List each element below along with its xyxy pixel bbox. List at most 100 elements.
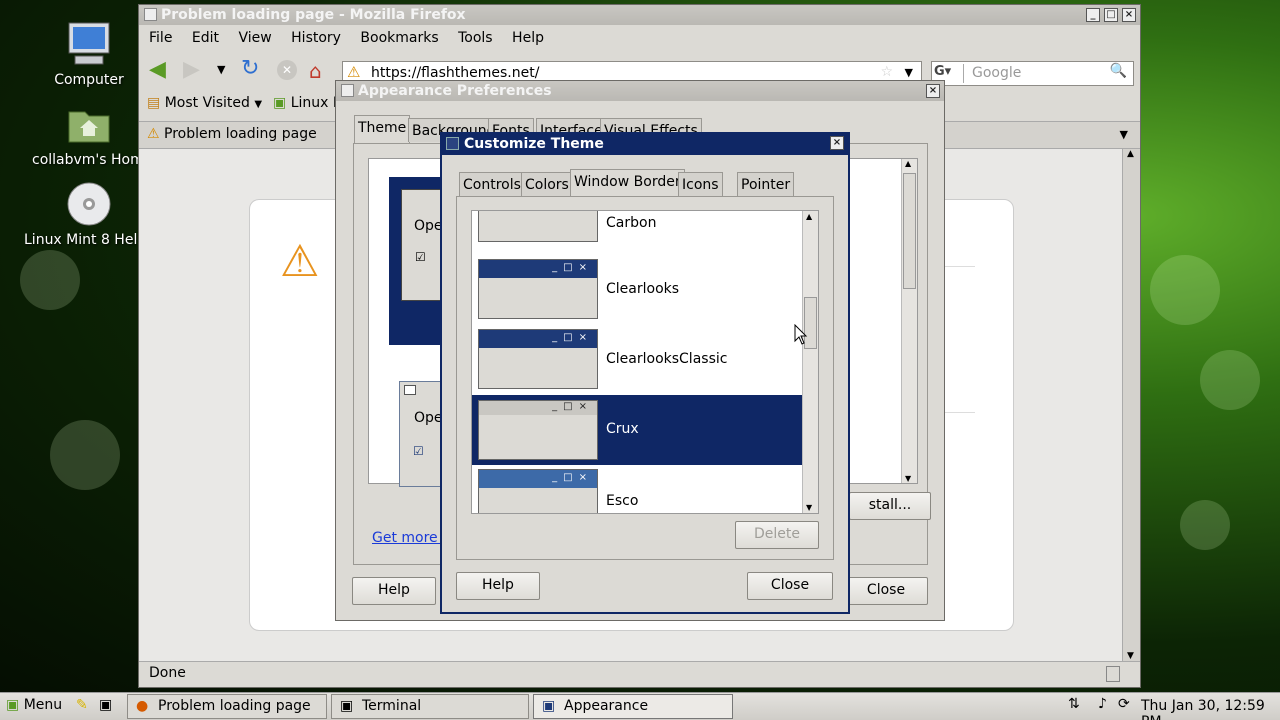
bokeh-light: [1180, 500, 1230, 550]
close-icon[interactable]: ×: [1122, 8, 1136, 22]
back-arrow-icon[interactable]: ◀: [149, 59, 166, 81]
scroll-down-icon[interactable]: ▼: [1127, 651, 1134, 661]
desktop-icon-computer[interactable]: Computer: [24, 20, 154, 88]
menu-file[interactable]: File: [149, 30, 172, 46]
menu-button[interactable]: ▣ Menu: [6, 697, 62, 713]
customize-help-button[interactable]: Help: [456, 572, 540, 600]
close-icon[interactable]: ×: [830, 136, 844, 150]
stop-icon[interactable]: ✕: [277, 60, 297, 80]
update-icon[interactable]: ⟳: [1118, 696, 1130, 712]
menu-bookmarks[interactable]: Bookmarks: [360, 30, 438, 46]
list-scrollbar[interactable]: ▲ ▼: [802, 211, 818, 513]
computer-icon: [65, 20, 113, 68]
url-dropdown-icon[interactable]: ▼: [905, 66, 913, 79]
notes-launcher-icon[interactable]: ✎: [76, 697, 88, 713]
window-menu-icon[interactable]: [446, 137, 459, 150]
history-dropdown-icon[interactable]: ▼: [217, 63, 225, 76]
close-icon[interactable]: ×: [926, 84, 940, 98]
minimize-icon[interactable]: _: [1086, 8, 1100, 22]
theme-list-scrollbar[interactable]: ▲ ▼: [901, 159, 917, 483]
customize-close-button[interactable]: Close: [747, 572, 833, 600]
bookmark-star-icon[interactable]: ☆: [880, 64, 893, 80]
scroll-thumb[interactable]: [903, 173, 916, 289]
taskbar-item-appearance[interactable]: ▣ Appearance Preferences: [533, 694, 733, 719]
tab-window-border[interactable]: Window Border: [570, 169, 685, 197]
forward-arrow-icon[interactable]: ▶: [183, 59, 200, 81]
menu-edit[interactable]: Edit: [192, 30, 219, 46]
window-menu-icon[interactable]: [144, 8, 157, 21]
appearance-titlebar: Appearance Preferences ×: [336, 81, 944, 101]
tab-label: Problem loading page: [164, 126, 317, 142]
theme-row-clearlooks[interactable]: _□× Clearlooks: [472, 257, 802, 327]
show-desktop-icon[interactable]: ▣: [99, 697, 112, 713]
preview-button-label: Ope: [414, 218, 443, 234]
appearance-close-button[interactable]: Close: [844, 577, 928, 605]
taskbar-item-label: Problem loading page ...: [158, 698, 311, 714]
terminal-icon: ▣: [340, 698, 354, 714]
scroll-up-icon[interactable]: ▲: [1127, 149, 1134, 159]
scroll-down-icon[interactable]: ▼: [806, 503, 812, 512]
menu-tools[interactable]: Tools: [458, 30, 493, 46]
clock[interactable]: Thu Jan 30, 12:59 PM: [1141, 698, 1280, 720]
install-button[interactable]: stall...: [849, 492, 931, 520]
desktop-icon-dvd[interactable]: Linux Mint 8 Helena: [24, 180, 154, 248]
theme-name: Clearlooks: [606, 281, 680, 297]
status-page-icon: [1106, 666, 1120, 682]
page-scrollbar[interactable]: ▲ ▼: [1122, 149, 1140, 661]
preview-button-label: Ope: [414, 410, 443, 426]
maximize-icon[interactable]: □: [1104, 8, 1118, 22]
clearlooksclassic-preview: _□×: [478, 329, 598, 389]
theme-name: ClearlooksClassic: [606, 351, 728, 367]
preview-checkbox-icon: ☑: [413, 444, 424, 458]
tab-colors[interactable]: Colors: [521, 172, 573, 196]
error-warning-icon: ⚠: [280, 236, 320, 287]
status-text: Done: [149, 665, 186, 681]
desktop-icon-label: collabvm's Home: [32, 152, 145, 168]
preview-window-icon: [404, 385, 416, 395]
customize-tabs: Controls Colors Window Border Icons Poin…: [459, 169, 795, 198]
search-bar[interactable]: G▾ Google 🔍: [931, 61, 1134, 86]
url-text: https://flashthemes.net/: [371, 65, 540, 81]
appearance-help-button[interactable]: Help: [352, 577, 436, 605]
taskbar-item-terminal[interactable]: ▣ Terminal: [331, 694, 529, 719]
menu-help[interactable]: Help: [512, 30, 544, 46]
search-icon[interactable]: 🔍: [1110, 63, 1127, 79]
customize-theme-dialog: Customize Theme × Controls Colors Window…: [440, 132, 850, 614]
scroll-down-icon[interactable]: ▼: [905, 474, 911, 483]
firefox-icon: ●: [136, 698, 149, 714]
scroll-up-icon[interactable]: ▲: [806, 212, 812, 221]
reload-icon[interactable]: ↻: [241, 58, 259, 80]
menu-view[interactable]: View: [238, 30, 271, 46]
delete-button[interactable]: Delete: [735, 521, 819, 549]
bookmarks-most-visited[interactable]: ▤ Most Visited ▼: [147, 95, 262, 111]
window-border-list[interactable]: Carbon _□× Clearlooks _□× ClearlooksClas…: [471, 210, 819, 514]
tab-problem-loading[interactable]: ⚠ Problem loading page: [147, 126, 317, 142]
appearance-icon: ▣: [542, 698, 556, 714]
carbon-preview: [478, 211, 598, 242]
desktop-icon-home[interactable]: collabvm's Home: [24, 100, 154, 168]
tab-controls[interactable]: Controls: [459, 172, 525, 196]
bookmark-label: Most Visited: [164, 95, 250, 111]
theme-row-crux[interactable]: _□× Crux: [472, 395, 802, 465]
theme-row-carbon[interactable]: Carbon: [472, 211, 802, 247]
tab-icons[interactable]: Icons: [678, 172, 723, 196]
tab-list-icon[interactable]: ▼: [1120, 128, 1128, 141]
bokeh-light: [1200, 350, 1260, 410]
volume-icon[interactable]: ♪: [1098, 696, 1107, 712]
menubar: File Edit View History Bookmarks Tools H…: [149, 30, 559, 46]
window-menu-icon[interactable]: [341, 84, 354, 97]
theme-name: Esco: [606, 493, 639, 509]
theme-row-clearlooksclassic[interactable]: _□× ClearlooksClassic: [472, 327, 802, 397]
home-icon[interactable]: ⌂: [309, 59, 322, 83]
network-icon[interactable]: ⇅: [1068, 696, 1080, 712]
taskbar-item-firefox[interactable]: ● Problem loading page ...: [127, 694, 327, 719]
theme-row-esco[interactable]: _□× Esco: [472, 467, 802, 513]
tab-theme[interactable]: Theme: [354, 115, 411, 143]
scroll-up-icon[interactable]: ▲: [905, 159, 911, 168]
firefox-titlebar: Problem loading page - Mozilla Firefox _…: [139, 5, 1140, 25]
tab-pointer[interactable]: Pointer: [737, 172, 795, 196]
menu-history[interactable]: History: [291, 30, 341, 46]
home-folder-icon: [65, 100, 113, 148]
get-more-themes-link[interactable]: Get more t: [372, 530, 448, 546]
window-title: Customize Theme: [464, 136, 604, 152]
